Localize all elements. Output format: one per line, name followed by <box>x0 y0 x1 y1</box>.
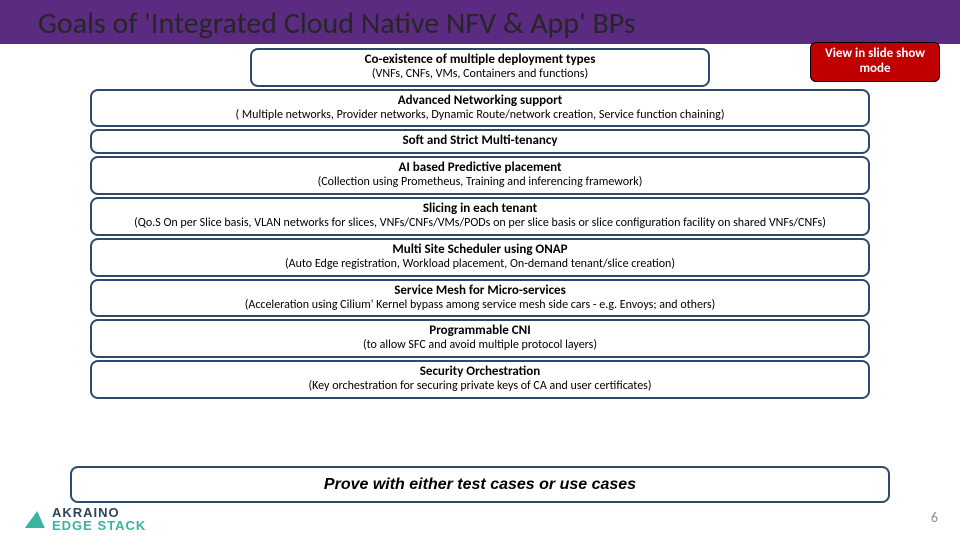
page-number: 6 <box>931 509 938 526</box>
goal-subtitle: ( Multiple networks, Provider networks, … <box>100 109 860 123</box>
goal-subtitle: (VNFs, CNFs, VMs, Containers and functio… <box>260 68 700 82</box>
goal-subtitle: (Acceleration using Cilium' Kernel bypas… <box>100 299 860 313</box>
goal-title: Co-existence of multiple deployment type… <box>260 53 700 68</box>
goal-subtitle: (Qo.S On per Slice basis, VLAN networks … <box>100 217 860 231</box>
goal-subtitle: (Key orchestration for securing private … <box>100 380 860 394</box>
goal-item: Slicing in each tenant(Qo.S On per Slice… <box>90 197 870 236</box>
goal-title: AI based Predictive placement <box>100 161 860 176</box>
prove-text: Prove with either test cases or use case… <box>324 476 636 493</box>
goal-title: Multi Site Scheduler using ONAP <box>100 243 860 258</box>
goal-item: Advanced Networking support( Multiple ne… <box>90 89 870 128</box>
goal-subtitle: (Auto Edge registration, Workload placem… <box>100 258 860 272</box>
goal-item: Co-existence of multiple deployment type… <box>250 48 710 87</box>
goal-title: Slicing in each tenant <box>100 202 860 217</box>
goal-title: Security Orchestration <box>100 365 860 380</box>
goal-item: Multi Site Scheduler using ONAP(Auto Edg… <box>90 238 870 277</box>
goal-item: Soft and Strict Multi-tenancy <box>90 129 870 154</box>
goal-title: Service Mesh for Micro-services <box>100 284 860 299</box>
goal-item: Service Mesh for Micro-services(Accelera… <box>90 279 870 318</box>
page-title: Goals of 'Integrated Cloud Native NFV & … <box>38 5 636 42</box>
goal-item: AI based Predictive placement(Collection… <box>90 156 870 195</box>
goal-item: Programmable CNI(to allow SFC and avoid … <box>90 319 870 358</box>
goal-item: Security Orchestration(Key orchestration… <box>90 360 870 399</box>
goal-subtitle: (to allow SFC and avoid multiple protoco… <box>100 339 860 353</box>
goal-subtitle: (Collection using Prometheus, Training a… <box>100 176 860 190</box>
goal-title: Soft and Strict Multi-tenancy <box>100 134 860 149</box>
logo-icon <box>25 511 47 528</box>
goals-list: Co-existence of multiple deployment type… <box>90 48 870 401</box>
goal-title: Advanced Networking support <box>100 94 860 109</box>
footer-logo: AKRAINO EDGE STACK <box>26 506 146 532</box>
logo-line2: EDGE STACK <box>52 519 146 532</box>
prove-box: Prove with either test cases or use case… <box>70 466 890 503</box>
goal-title: Programmable CNI <box>100 324 860 339</box>
slide-root: Goals of 'Integrated Cloud Native NFV & … <box>0 0 960 540</box>
